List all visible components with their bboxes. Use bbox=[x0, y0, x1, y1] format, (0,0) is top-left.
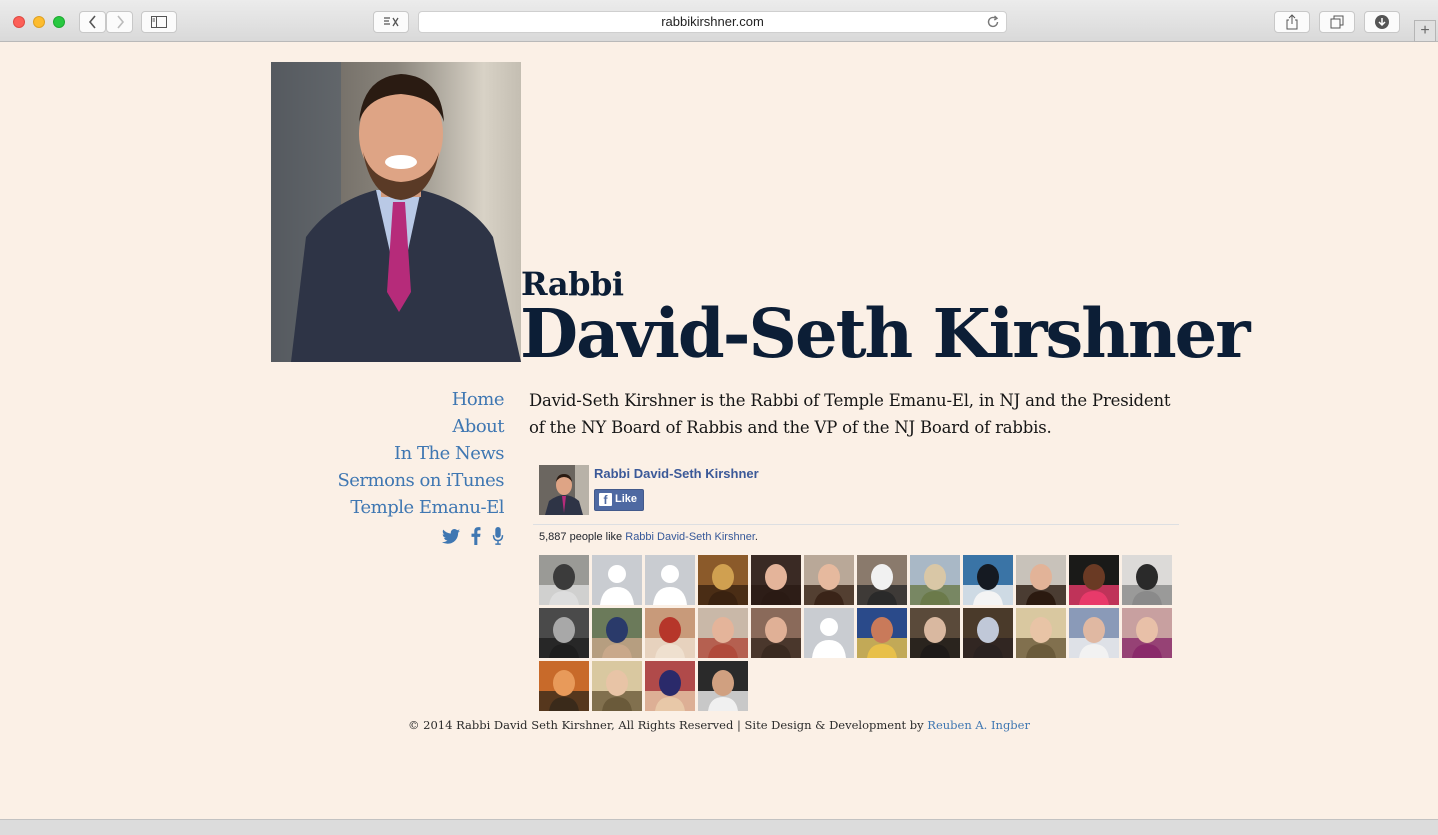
nav-in-the-news[interactable]: In The News bbox=[300, 440, 504, 467]
rabbi-portrait-photo bbox=[271, 62, 521, 362]
url-text: rabbikirshner.com bbox=[661, 14, 764, 29]
twitter-icon[interactable] bbox=[441, 528, 460, 549]
download-icon bbox=[1375, 15, 1389, 29]
fan-avatar[interactable] bbox=[539, 608, 589, 658]
fan-avatar[interactable] bbox=[698, 608, 748, 658]
fan-avatar[interactable] bbox=[1016, 608, 1066, 658]
sidebar-button[interactable] bbox=[141, 11, 177, 33]
fan-avatar[interactable] bbox=[857, 608, 907, 658]
fan-avatar[interactable] bbox=[645, 608, 695, 658]
like-label: Like bbox=[615, 493, 638, 505]
nav-home[interactable]: Home bbox=[300, 386, 505, 413]
fan-avatar[interactable] bbox=[539, 555, 589, 605]
reader-button[interactable] bbox=[373, 11, 409, 33]
reader-icon bbox=[384, 17, 399, 27]
footer-copyright: © 2014 Rabbi David Seth Kirshner, All Ri… bbox=[408, 718, 924, 732]
microphone-icon[interactable] bbox=[492, 527, 504, 550]
fan-avatar[interactable] bbox=[963, 555, 1013, 605]
new-tab-button[interactable]: + bbox=[1414, 20, 1436, 42]
fan-avatar[interactable] bbox=[645, 661, 695, 711]
fan-avatar[interactable] bbox=[963, 608, 1013, 658]
footer-designer-link[interactable]: Reuben A. Ingber bbox=[927, 718, 1030, 732]
reload-icon[interactable] bbox=[986, 15, 1000, 29]
fan-avatar[interactable] bbox=[645, 555, 695, 605]
fan-avatar[interactable] bbox=[751, 608, 801, 658]
nav-sermons-itunes[interactable]: Sermons on iTunes bbox=[300, 467, 504, 494]
like-count-page-link[interactable]: Rabbi David-Seth Kirshner bbox=[625, 531, 755, 543]
facebook-f-icon: f bbox=[599, 493, 612, 507]
zoom-window-button[interactable] bbox=[53, 16, 65, 28]
browser-toolbar: rabbikirshner.com + bbox=[0, 0, 1438, 42]
main-nav: Home About In The News Sermons on iTunes… bbox=[300, 386, 504, 521]
footer: © 2014 Rabbi David Seth Kirshner, All Ri… bbox=[0, 718, 1438, 732]
fan-avatar[interactable] bbox=[1069, 608, 1119, 658]
tabs-icon bbox=[1330, 15, 1344, 29]
chevron-left-icon bbox=[88, 15, 96, 29]
fan-avatar[interactable] bbox=[910, 608, 960, 658]
minimize-window-button[interactable] bbox=[33, 16, 45, 28]
browser-status-bar bbox=[0, 819, 1438, 835]
facebook-page-thumbnail[interactable] bbox=[539, 465, 589, 515]
fan-avatar[interactable] bbox=[857, 555, 907, 605]
page-title: David-Seth Kirshner bbox=[520, 294, 1251, 373]
nav-temple-emanu-el[interactable]: Temple Emanu-El bbox=[300, 494, 504, 521]
web-page: Rabbi David-Seth Kirshner Home About In … bbox=[0, 42, 1438, 819]
like-count-text: 5,887 people like bbox=[539, 531, 623, 543]
nav-about[interactable]: About bbox=[300, 413, 504, 440]
forward-button[interactable] bbox=[106, 11, 133, 33]
fan-avatar[interactable] bbox=[592, 608, 642, 658]
sidebar-icon bbox=[151, 16, 167, 28]
close-window-button[interactable] bbox=[13, 16, 25, 28]
chevron-right-icon bbox=[116, 15, 124, 29]
share-button[interactable] bbox=[1274, 11, 1310, 33]
fan-avatar[interactable] bbox=[804, 555, 854, 605]
fan-avatar[interactable] bbox=[592, 555, 642, 605]
tabs-button[interactable] bbox=[1319, 11, 1355, 33]
fan-avatar[interactable] bbox=[698, 555, 748, 605]
fan-avatar[interactable] bbox=[539, 661, 589, 711]
fan-avatar[interactable] bbox=[910, 555, 960, 605]
back-button[interactable] bbox=[79, 11, 106, 33]
fan-avatar[interactable] bbox=[592, 661, 642, 711]
bio-text: David-Seth Kirshner is the Rabbi of Temp… bbox=[529, 391, 1171, 437]
facebook-page-name[interactable]: Rabbi David-Seth Kirshner bbox=[594, 466, 759, 481]
fan-avatar[interactable] bbox=[804, 608, 854, 658]
facebook-icon[interactable] bbox=[471, 527, 481, 550]
address-bar[interactable]: rabbikirshner.com bbox=[418, 11, 1007, 33]
fan-avatar[interactable] bbox=[698, 661, 748, 711]
like-count: 5,887 people like Rabbi David-Seth Kirsh… bbox=[539, 531, 758, 543]
facebook-like-button[interactable]: f Like bbox=[594, 489, 645, 511]
fan-avatar[interactable] bbox=[1122, 555, 1172, 605]
downloads-button[interactable] bbox=[1364, 11, 1400, 33]
fan-avatar[interactable] bbox=[1016, 555, 1066, 605]
plus-icon: + bbox=[1420, 22, 1430, 39]
fan-avatar[interactable] bbox=[1069, 555, 1119, 605]
like-count-suffix: . bbox=[754, 531, 758, 543]
fan-avatar[interactable] bbox=[1122, 608, 1172, 658]
divider bbox=[533, 524, 1179, 525]
social-links bbox=[430, 527, 504, 550]
share-icon bbox=[1286, 14, 1298, 30]
fan-avatar[interactable] bbox=[751, 555, 801, 605]
